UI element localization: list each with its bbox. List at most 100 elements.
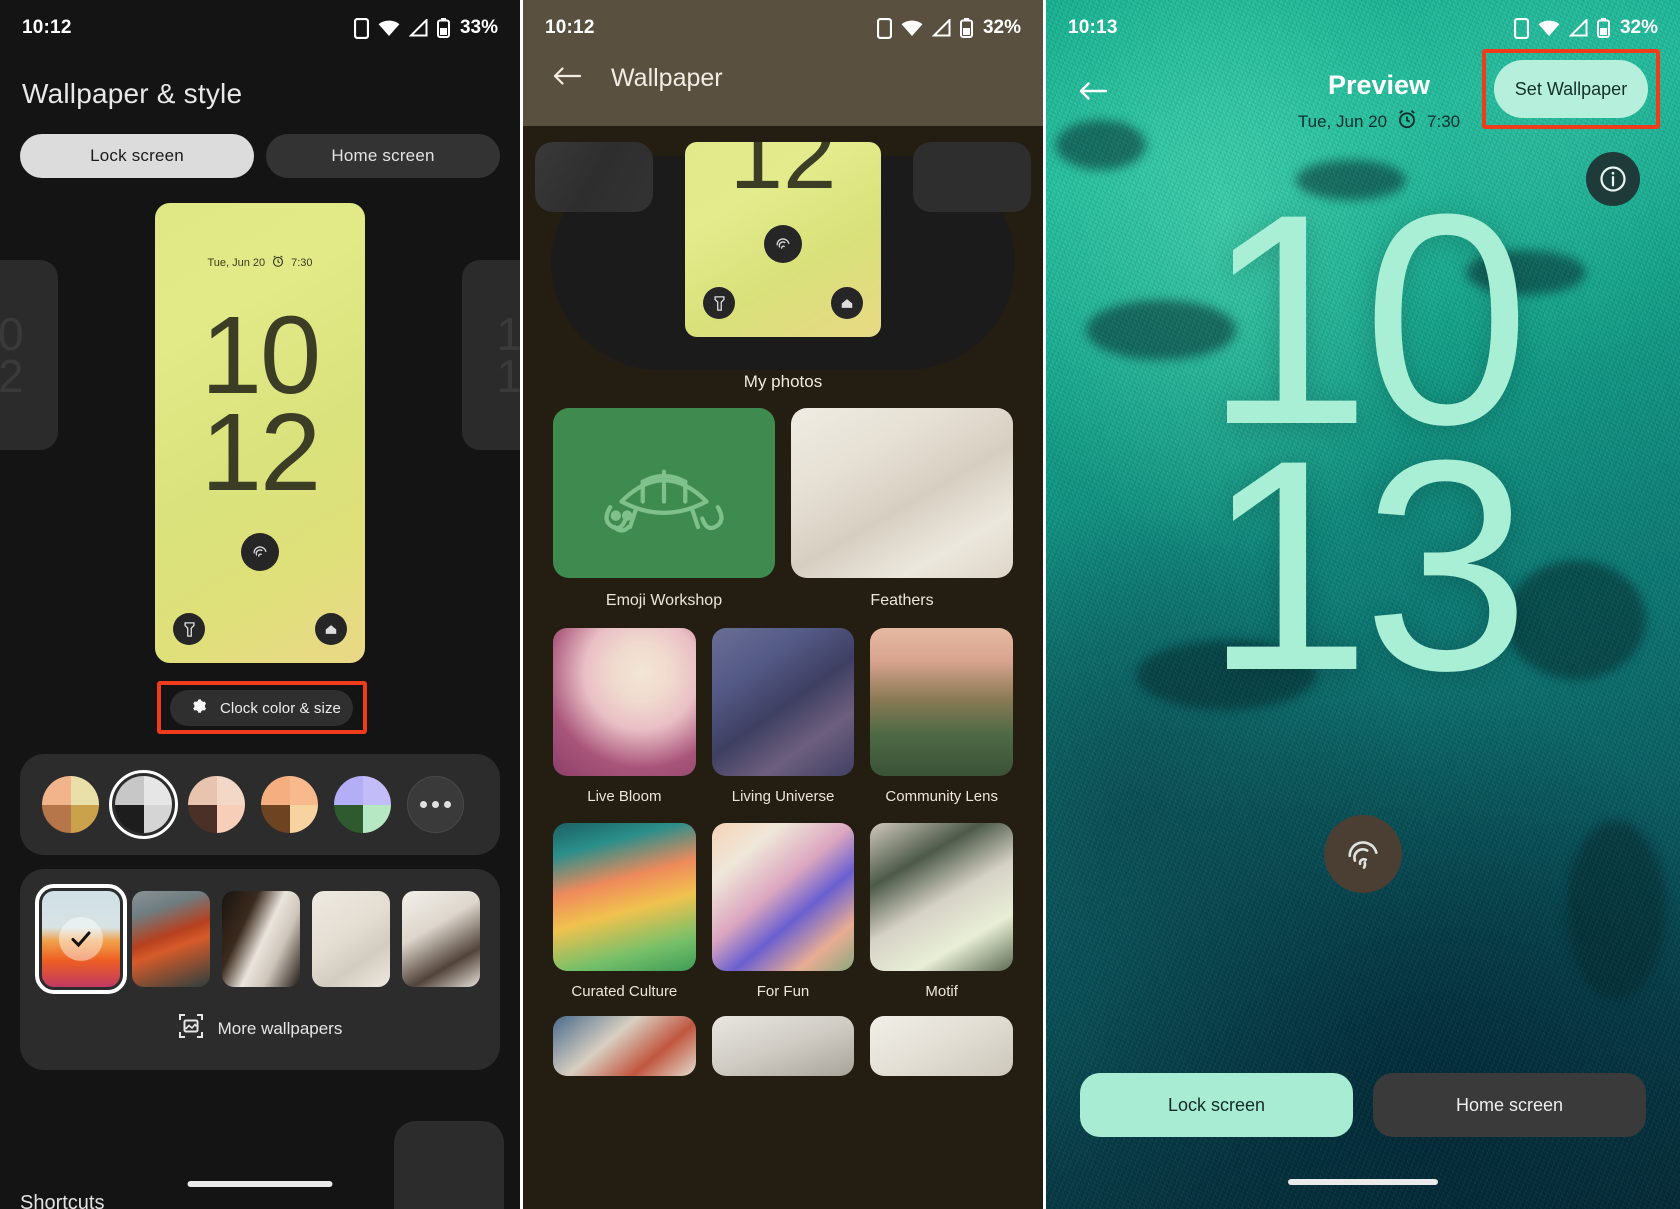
screen-tabs: Lock screen Home screen — [0, 110, 520, 178]
feathers-tile[interactable] — [791, 408, 1013, 578]
ghost-clock-left: 1012 — [0, 307, 24, 402]
feathers-label: Feathers — [870, 592, 934, 609]
wallpaper-picker-card: More wallpapers — [20, 869, 500, 1070]
living-universe-label: Living Universe — [731, 788, 835, 805]
cutoff-section-label: Shortcuts — [20, 1192, 105, 1209]
more-wallpapers-button[interactable]: More wallpapers — [20, 987, 500, 1070]
community-lens-tile[interactable] — [870, 628, 1014, 776]
motif-tile[interactable] — [870, 823, 1014, 971]
ghost-clock-right: 1012 — [496, 307, 520, 402]
tab-lock-screen[interactable]: Lock screen — [1080, 1073, 1353, 1137]
status-bar-panel2: 10:12 32% — [523, 0, 1043, 56]
wallpaper-feather-cream[interactable] — [312, 891, 390, 987]
category-peek-2[interactable] — [711, 1016, 855, 1076]
lockscreen-preview-card[interactable]: Tue, Jun 20 7:30 10 12 — [150, 198, 370, 668]
category-curated-culture[interactable]: Curated Culture — [553, 823, 696, 1000]
sim-icon — [353, 17, 369, 39]
peek-tile-2[interactable] — [711, 1016, 855, 1076]
category-peek-3[interactable] — [870, 1016, 1014, 1076]
category-grid-large: Emoji Workshop Feathers — [523, 408, 1043, 610]
panel-wallpaper-preview: 10:13 32% Preview Tue, Jun 20 7:30 Set W… — [1046, 0, 1680, 1209]
more-colors-button[interactable] — [407, 776, 464, 833]
preview-ghost-right[interactable]: 1012 — [462, 260, 520, 450]
swatch-lavender[interactable] — [334, 776, 391, 833]
home-device-icon — [315, 613, 347, 645]
wallpaper-feather-dark[interactable] — [222, 891, 300, 987]
battery-percent: 32% — [1619, 17, 1658, 38]
swatch-peach[interactable] — [42, 776, 99, 833]
tab-home-screen[interactable]: Home screen — [266, 134, 500, 178]
tab-lock-screen[interactable]: Lock screen — [20, 134, 254, 178]
category-grid-row2: Curated Culture For Fun Motif — [523, 823, 1043, 1000]
preview-clock-minutes: 12 — [200, 390, 321, 514]
status-time: 10:12 — [22, 17, 72, 38]
signal-icon — [931, 19, 951, 37]
my-photos-carousel: 12 My photos — [523, 142, 1043, 392]
category-emoji-workshop[interactable]: Emoji Workshop — [553, 408, 775, 610]
sim-icon — [1513, 17, 1529, 39]
info-icon — [1600, 166, 1626, 192]
preview-clock: 10 12 — [155, 301, 365, 508]
preview-date: Tue, Jun 20 — [207, 256, 266, 269]
peek-tile-3[interactable] — [870, 1016, 1014, 1076]
emoji-workshop-tile[interactable] — [553, 408, 775, 578]
battery-icon — [1596, 18, 1610, 38]
panel2-content: 12 My photos Emoji Workshop Feathers Liv… — [523, 126, 1043, 1209]
status-icons: 32% — [1513, 17, 1658, 39]
wallpaper-feather-white[interactable] — [402, 891, 480, 987]
swatch-monochrome[interactable] — [109, 770, 178, 839]
preview-date-row: Tue, Jun 20 7:30 — [155, 255, 365, 270]
clock-button-highlight — [157, 681, 367, 734]
navigation-pill[interactable] — [1288, 1179, 1438, 1185]
three-panel-screenshot: 10:12 33% Wallpaper & style Lock screen — [0, 0, 1680, 1209]
preview-date: Tue, Jun 20 — [1297, 111, 1388, 131]
battery-percent: 33% — [459, 17, 498, 38]
live-bloom-tile[interactable] — [553, 628, 696, 776]
preview-screen-tabs: Lock screen Home screen — [1080, 1073, 1646, 1137]
panel2-appbar: Wallpaper — [523, 56, 1043, 93]
next-section-card-peek[interactable] — [394, 1121, 504, 1209]
category-grid-row1: Live Bloom Living Universe Community Len… — [523, 628, 1043, 805]
tab-home-screen[interactable]: Home screen — [1373, 1073, 1646, 1137]
curated-culture-label: Curated Culture — [571, 983, 678, 1000]
for-fun-tile[interactable] — [711, 823, 855, 971]
category-motif[interactable]: Motif — [870, 823, 1014, 1000]
wifi-icon — [901, 20, 923, 37]
preview-large-clock: 10 13 — [1046, 169, 1680, 715]
flashlight-icon — [703, 287, 735, 319]
panel-wallpaper-and-style: 10:12 33% Wallpaper & style Lock screen — [0, 0, 520, 1209]
category-feathers[interactable]: Feathers — [791, 408, 1013, 610]
swatch-orange[interactable] — [261, 776, 318, 833]
wifi-icon — [1538, 20, 1560, 37]
carousel-peek-right[interactable] — [913, 142, 1031, 212]
alarm-icon — [272, 255, 284, 270]
category-live-bloom[interactable]: Live Bloom — [553, 628, 696, 805]
category-living-universe[interactable]: Living Universe — [711, 628, 855, 805]
for-fun-label: For Fun — [756, 983, 810, 1000]
swatch-blush[interactable] — [188, 776, 245, 833]
category-community-lens[interactable]: Community Lens — [870, 628, 1014, 805]
wallpaper-abstract-red[interactable] — [132, 891, 210, 987]
navigation-pill[interactable] — [187, 1181, 333, 1187]
curated-culture-tile[interactable] — [553, 823, 696, 971]
sim-icon — [876, 17, 892, 39]
carousel-peek-left[interactable] — [535, 142, 653, 212]
preview-ghost-left[interactable]: 1012 — [0, 260, 58, 450]
status-icons: 32% — [876, 17, 1021, 39]
arrow-left-icon[interactable] — [553, 65, 582, 92]
category-for-fun[interactable]: For Fun — [711, 823, 855, 1000]
fingerprint-icon — [241, 533, 279, 571]
my-photos-tile[interactable]: 12 — [685, 142, 881, 337]
wallpaper-landscape[interactable] — [35, 884, 127, 994]
fingerprint-icon[interactable] — [1324, 815, 1402, 893]
battery-icon — [436, 18, 450, 38]
image-frame-icon — [178, 1013, 204, 1044]
signal-icon — [1568, 19, 1588, 37]
category-peek-1[interactable] — [553, 1016, 696, 1076]
peek-tile-1[interactable] — [553, 1016, 696, 1076]
flashlight-icon — [173, 613, 205, 645]
set-wallpaper-button[interactable]: Set Wallpaper — [1494, 60, 1648, 118]
info-button[interactable] — [1586, 152, 1640, 206]
living-universe-tile[interactable] — [711, 628, 855, 776]
panel2-header: 10:12 32% Wallpaper — [523, 0, 1043, 126]
